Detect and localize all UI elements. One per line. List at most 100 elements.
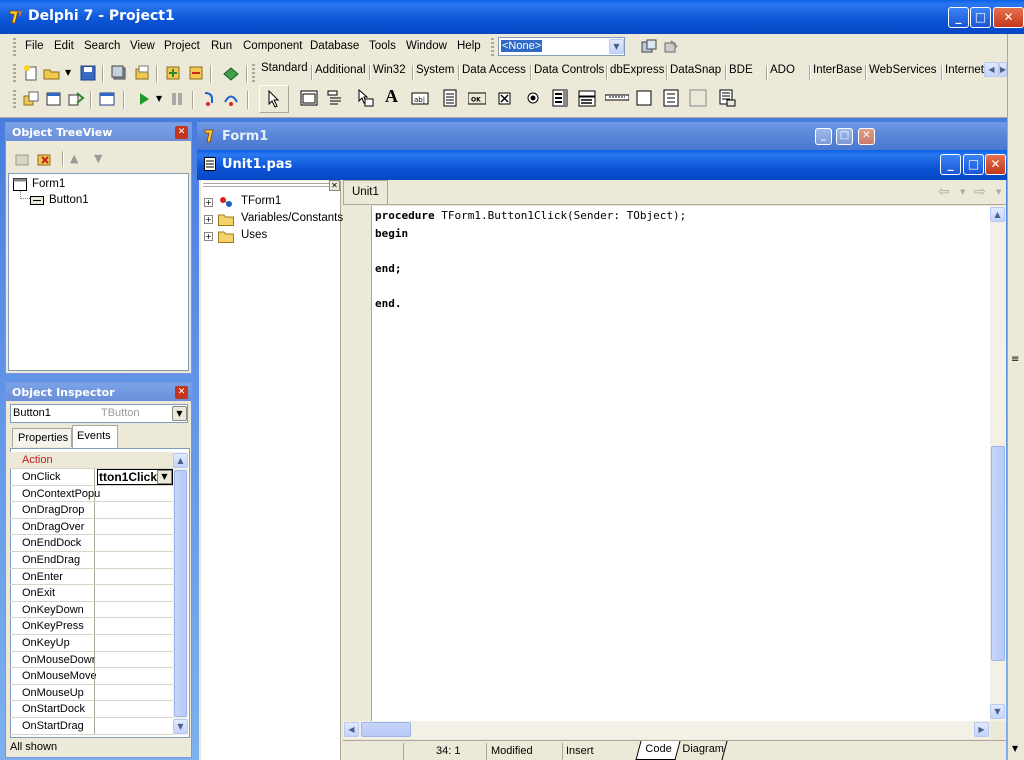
tab-unit1[interactable]: Unit1 bbox=[343, 180, 388, 204]
scroll-down-icon[interactable]: ▼ bbox=[990, 704, 1005, 719]
forward-arrow-icon[interactable]: ⇨ bbox=[974, 184, 986, 200]
event-row[interactable]: OnStartDrag bbox=[10, 718, 173, 735]
event-row[interactable]: OnStartDock bbox=[10, 701, 173, 718]
maximize-button[interactable]: □ bbox=[836, 128, 853, 145]
event-row[interactable]: OnEndDrag bbox=[10, 552, 173, 569]
onclick-value-editor[interactable]: tton1Click ▼ bbox=[97, 469, 173, 485]
menu-window[interactable]: Window bbox=[406, 40, 447, 56]
panel-component-icon[interactable] bbox=[689, 89, 707, 107]
event-row[interactable]: OnMouseDowr bbox=[10, 651, 173, 669]
close-icon[interactable]: ✕ bbox=[175, 126, 188, 139]
chevron-down-icon[interactable]: ▼ bbox=[609, 39, 624, 54]
scroll-left-icon[interactable]: ◀ bbox=[344, 722, 359, 737]
unit-title-bar[interactable]: Unit1.pas _ □ ✕ bbox=[197, 150, 1007, 180]
palette-tab-interbase[interactable]: InterBase bbox=[813, 64, 862, 76]
palette-tab-additional[interactable]: Additional bbox=[315, 64, 366, 76]
forward-dropdown-icon[interactable]: ▼ bbox=[996, 188, 1001, 196]
menu-file[interactable]: File bbox=[25, 40, 44, 56]
palette-tab-data-access[interactable]: Data Access bbox=[462, 64, 526, 76]
edit-component-icon[interactable]: ab| bbox=[411, 89, 429, 107]
radio-button-component-icon[interactable] bbox=[524, 89, 542, 107]
new-form-icon[interactable] bbox=[98, 90, 116, 108]
explorer-node[interactable]: + TForm1 bbox=[204, 195, 339, 210]
palette-tab-dbexpress[interactable]: dbExpress bbox=[610, 64, 664, 76]
minimize-button[interactable]: _ bbox=[948, 7, 969, 28]
menu-run[interactable]: Run bbox=[211, 40, 232, 56]
frames-icon[interactable] bbox=[300, 89, 318, 107]
palette-tab-data-controls[interactable]: Data Controls bbox=[534, 64, 604, 76]
editor-horizontal-scrollbar[interactable]: ◀ ▶ bbox=[343, 721, 990, 739]
pointer-tool-button[interactable] bbox=[259, 85, 289, 113]
open-icon[interactable] bbox=[43, 64, 61, 82]
save-icon[interactable] bbox=[79, 64, 97, 82]
tab-properties[interactable]: Properties bbox=[12, 428, 72, 447]
close-icon[interactable]: ✕ bbox=[329, 180, 340, 191]
scroll-right-icon[interactable]: ▶ bbox=[974, 722, 989, 737]
chevron-down-icon[interactable]: ▼ bbox=[172, 406, 187, 421]
delete-item-icon[interactable] bbox=[36, 151, 54, 167]
move-up-icon[interactable]: ▲ bbox=[70, 152, 78, 165]
chevron-down-icon[interactable]: ▼ bbox=[157, 470, 172, 484]
open-project-icon[interactable] bbox=[133, 64, 151, 82]
scrollbar-thumb[interactable] bbox=[991, 446, 1005, 661]
palette-scroll-left-button[interactable]: ◀ bbox=[984, 62, 999, 77]
move-down-icon[interactable]: ▼ bbox=[94, 152, 102, 165]
help-contents-icon[interactable] bbox=[222, 64, 240, 82]
palette-tab-datasnap[interactable]: DataSnap bbox=[670, 64, 721, 76]
save-all-icon[interactable] bbox=[110, 64, 128, 82]
close-icon[interactable]: ✕ bbox=[175, 386, 188, 399]
expand-icon[interactable]: + bbox=[204, 215, 213, 224]
object-inspector-title[interactable]: Object Inspector bbox=[6, 383, 191, 401]
desktop-grip[interactable] bbox=[491, 38, 494, 56]
event-row[interactable]: OnEnter bbox=[10, 568, 173, 586]
run-dropdown-icon[interactable]: ▼ bbox=[156, 94, 162, 103]
menu-view[interactable]: View bbox=[130, 40, 155, 56]
trace-into-icon[interactable] bbox=[200, 90, 218, 108]
view-toolbar-grip[interactable] bbox=[13, 90, 16, 110]
menu-tools[interactable]: Tools bbox=[369, 40, 396, 56]
splitter-grip-icon[interactable]: ≡ bbox=[1011, 354, 1019, 365]
event-row[interactable]: OnMouseMove bbox=[10, 668, 173, 685]
editor-vertical-scrollbar[interactable]: ▲ ▼ bbox=[990, 206, 1006, 721]
minimize-button[interactable]: _ bbox=[940, 154, 961, 175]
event-row[interactable]: OnContextPopu bbox=[10, 485, 173, 503]
main-menu-icon[interactable] bbox=[326, 89, 344, 107]
menu-help[interactable]: Help bbox=[457, 40, 481, 56]
back-dropdown-icon[interactable]: ▼ bbox=[960, 188, 965, 196]
groupbox-component-icon[interactable] bbox=[635, 89, 653, 107]
menu-grip[interactable] bbox=[13, 38, 16, 56]
run-icon[interactable] bbox=[135, 90, 153, 108]
form1-title-bar[interactable]: Form1 _ □ ✕ bbox=[197, 122, 1024, 150]
add-file-icon[interactable] bbox=[164, 64, 182, 82]
scroll-down-icon[interactable]: ▼ bbox=[1012, 744, 1018, 753]
save-desktop-icon[interactable] bbox=[640, 38, 658, 56]
explorer-node[interactable]: + Uses bbox=[204, 229, 339, 244]
palette-tab-ado[interactable]: ADO bbox=[770, 64, 795, 76]
scrollbar-component-icon[interactable] bbox=[605, 89, 629, 107]
palette-tab-win32[interactable]: Win32 bbox=[373, 64, 406, 76]
scrollbar-thumb[interactable] bbox=[174, 470, 187, 717]
menu-edit[interactable]: Edit bbox=[54, 40, 74, 56]
step-over-icon[interactable] bbox=[222, 90, 240, 108]
expand-icon[interactable]: + bbox=[204, 232, 213, 241]
scroll-down-icon[interactable]: ▼ bbox=[173, 719, 188, 734]
memo-component-icon[interactable] bbox=[441, 89, 459, 107]
event-row[interactable]: OnDragOver bbox=[10, 518, 173, 536]
maximize-button[interactable]: □ bbox=[963, 154, 984, 175]
event-row[interactable]: OnMouseUp bbox=[10, 684, 173, 702]
object-selector-combo[interactable]: Button1 TButton ▼ bbox=[10, 404, 188, 423]
code-editor[interactable]: procedure TForm1.Button1Click(Sender: TO… bbox=[372, 206, 990, 721]
palette-tab-standard[interactable]: Standard bbox=[261, 62, 308, 74]
tab-events[interactable]: Events bbox=[72, 425, 118, 448]
menu-search[interactable]: Search bbox=[84, 40, 120, 56]
label-component-icon[interactable]: A bbox=[385, 86, 398, 107]
object-treeview-title[interactable]: Object TreeView bbox=[6, 123, 191, 141]
minimize-button[interactable]: _ bbox=[815, 128, 832, 145]
close-button[interactable]: ✕ bbox=[993, 7, 1024, 28]
checkbox-component-icon[interactable] bbox=[496, 89, 514, 107]
desktop-combo[interactable]: <None> ▼ bbox=[498, 37, 625, 56]
explorer-grip[interactable] bbox=[203, 183, 330, 187]
popup-menu-icon[interactable] bbox=[356, 89, 374, 107]
tab-code[interactable]: Code bbox=[635, 741, 681, 760]
event-row[interactable]: OnKeyDown bbox=[10, 601, 173, 619]
